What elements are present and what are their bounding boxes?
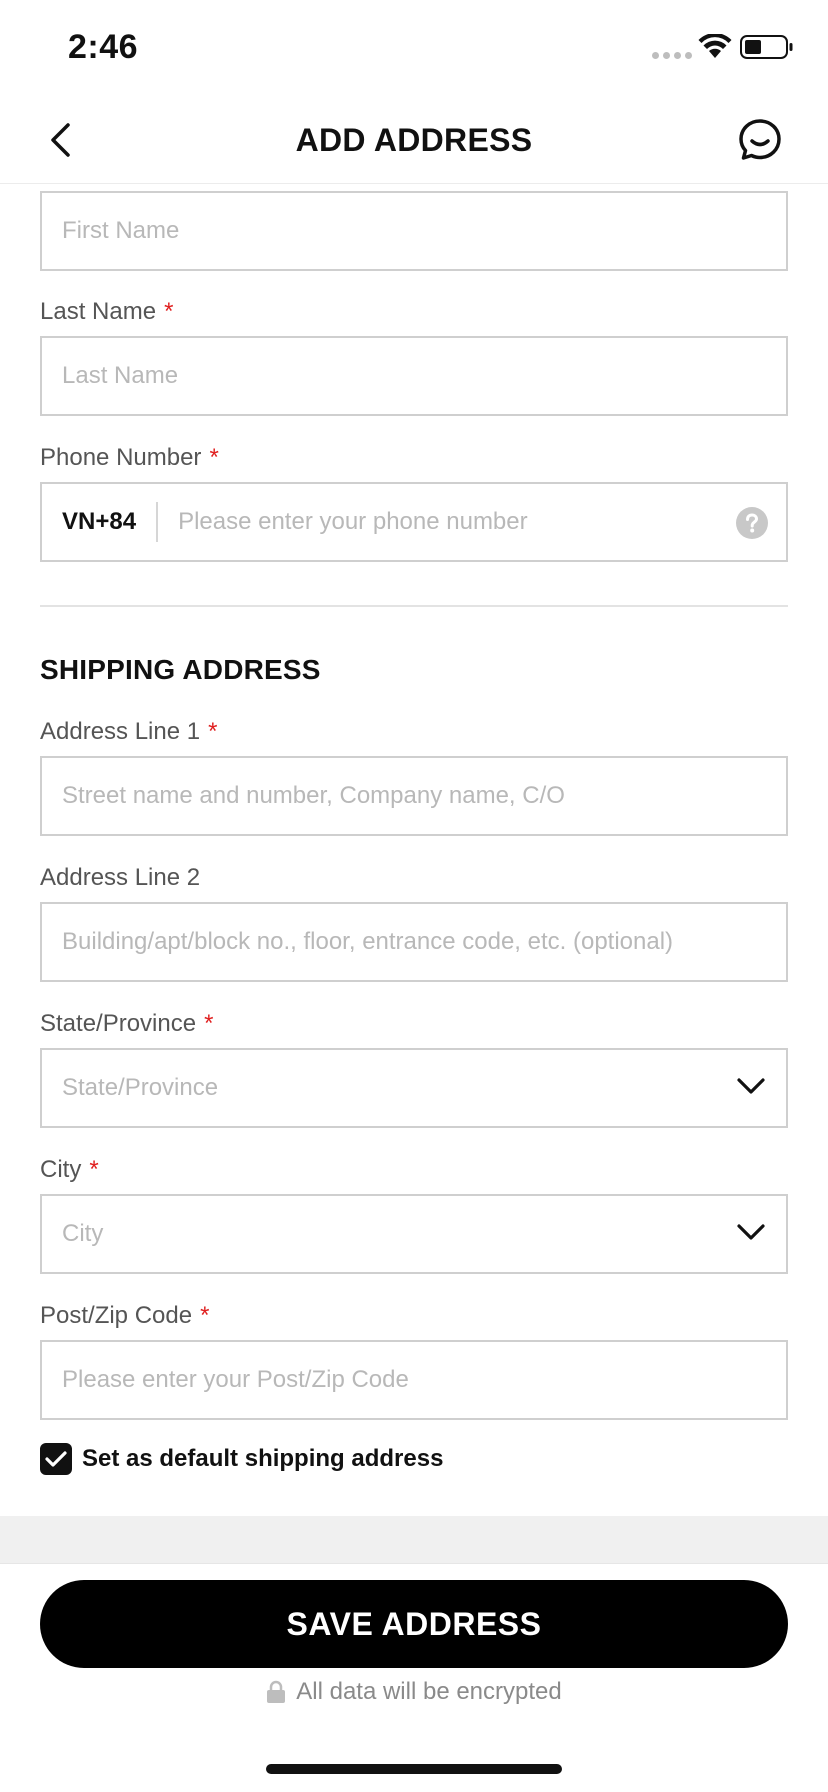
address-line-2-field-box [40, 902, 788, 982]
home-indicator[interactable] [266, 1764, 562, 1774]
required-mark: * [208, 718, 218, 745]
chat-bubble-icon [739, 119, 781, 160]
battery-icon [740, 35, 793, 59]
default-address-checkbox-row[interactable]: Set as default shipping address [40, 1443, 443, 1475]
city-select[interactable]: City [40, 1194, 788, 1274]
last-name-field-box [40, 336, 788, 416]
first-name-field-box [40, 191, 788, 271]
required-mark: * [204, 1010, 214, 1037]
phone-number-label: Phone Number * [40, 444, 219, 471]
default-address-checkbox[interactable] [40, 1443, 72, 1475]
status-bar: 2:46 [0, 0, 828, 96]
zip-code-label: Post/Zip Code * [40, 1302, 210, 1329]
country-code-selector[interactable]: VN+84 [42, 508, 156, 536]
chevron-down-icon [737, 1224, 765, 1240]
zip-code-field-box [40, 1340, 788, 1420]
last-name-input[interactable] [42, 338, 786, 414]
city-placeholder: City [62, 1220, 104, 1247]
state-province-label: State/Province * [40, 1010, 214, 1037]
first-name-input[interactable] [42, 193, 786, 269]
state-province-placeholder: State/Province [62, 1074, 219, 1101]
phone-number-field-box: VN+84 [40, 482, 788, 562]
last-name-label: Last Name * [40, 298, 174, 325]
required-mark: * [200, 1302, 210, 1329]
address-line-1-input[interactable] [42, 758, 786, 834]
save-address-button[interactable]: SAVE ADDRESS [40, 1580, 788, 1668]
footer-separator [0, 1516, 828, 1564]
help-icon[interactable] [736, 507, 768, 539]
nav-bar: ADD ADDRESS [0, 96, 828, 184]
chevron-down-icon [737, 1078, 765, 1094]
lock-icon [267, 1680, 286, 1703]
default-address-label: Set as default shipping address [82, 1445, 444, 1472]
zip-code-input[interactable] [42, 1342, 786, 1418]
required-mark: * [209, 444, 219, 471]
section-divider [40, 605, 788, 607]
phone-number-input[interactable] [158, 484, 786, 560]
status-time: 2:46 [68, 28, 139, 66]
address-line-1-field-box [40, 756, 788, 836]
encryption-note-text: All data will be encrypted [296, 1678, 562, 1705]
signal-icon [652, 52, 692, 59]
required-mark: * [164, 298, 174, 325]
city-label: City * [40, 1156, 99, 1183]
address-line-2-label: Address Line 2 [40, 864, 201, 891]
address-line-1-label: Address Line 1 * [40, 718, 218, 745]
check-icon [45, 1451, 67, 1467]
address-line-2-input[interactable] [42, 904, 786, 980]
chat-button[interactable] [736, 116, 784, 164]
page-title: ADD ADDRESS [295, 122, 533, 158]
encryption-note: All data will be encrypted [0, 1678, 828, 1706]
add-address-screen: 2:46 ADD ADDRESS First Name Last Name * … [0, 0, 828, 1792]
wifi-icon [698, 34, 732, 58]
shipping-address-heading: SHIPPING ADDRESS [40, 654, 321, 685]
required-mark: * [89, 1156, 99, 1183]
state-province-select[interactable]: State/Province [40, 1048, 788, 1128]
